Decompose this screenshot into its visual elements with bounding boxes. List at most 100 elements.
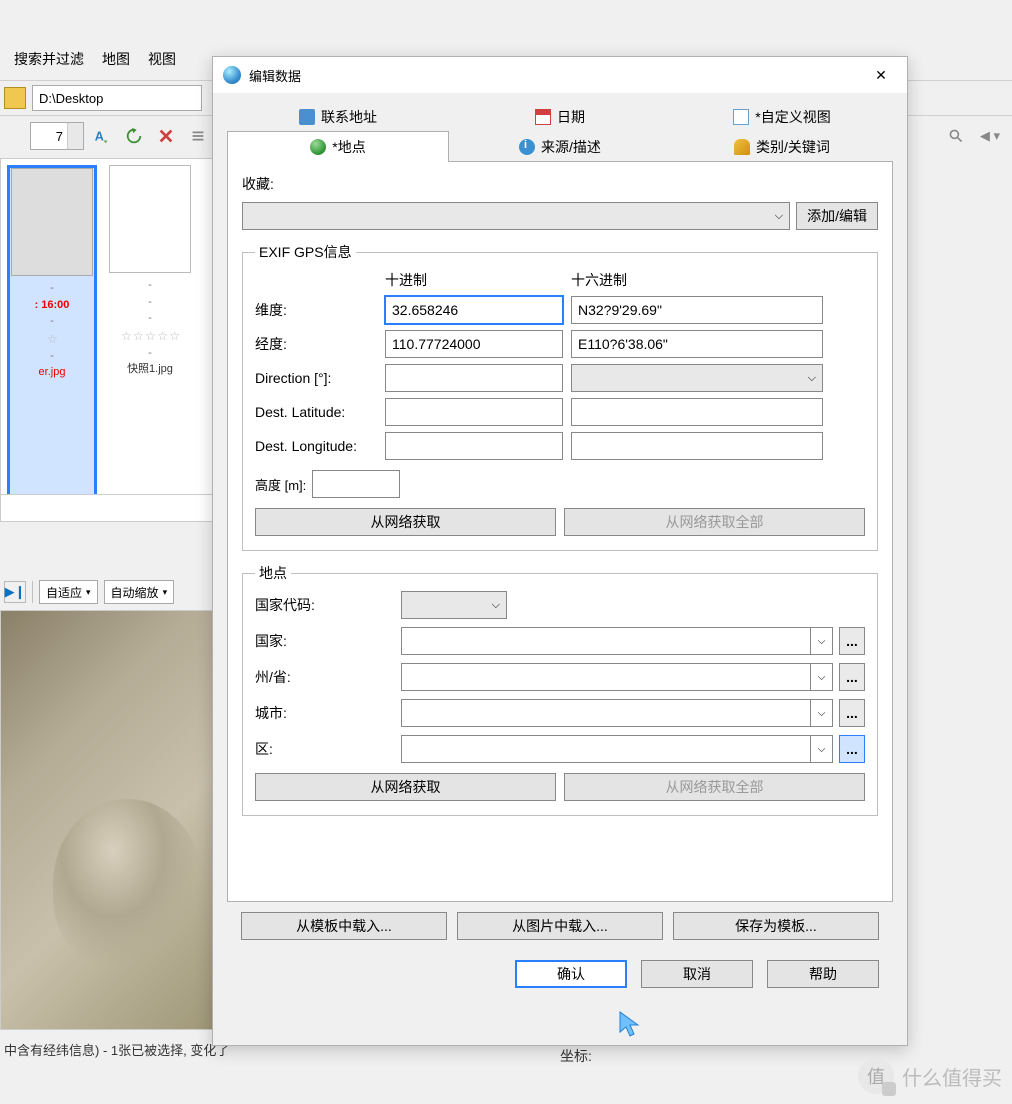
spinner-buttons[interactable] (67, 123, 83, 149)
menu-search[interactable]: 搜索并过滤 (14, 49, 84, 69)
province-combo[interactable]: ⌵ (401, 663, 833, 691)
grid-icon (733, 109, 749, 125)
latitude-hex-input[interactable] (571, 296, 823, 324)
ok-button[interactable]: 确认 (515, 960, 627, 988)
direction-label: Direction [°]: (255, 370, 377, 386)
right-toolbar: ◀ ▾ (912, 118, 1012, 154)
district-input[interactable] (402, 736, 810, 762)
rating-stars[interactable]: ☆ ☆ ☆ ☆ ☆ (105, 327, 195, 345)
chevron-down-icon[interactable]: ⌵ (810, 700, 832, 726)
prev-dropdown-icon[interactable]: ◀ ▾ (976, 122, 1004, 150)
gps-fetch-all-button[interactable]: 从网络获取全部 (564, 508, 865, 536)
key-icon (734, 139, 750, 155)
menu-view[interactable]: 视图 (148, 49, 176, 69)
province-label: 州/省: (255, 667, 395, 687)
favorites-combo[interactable] (242, 202, 790, 230)
tab-location[interactable]: *地点 (227, 131, 449, 161)
load-from-template-button[interactable]: 从模板中载入... (241, 912, 447, 940)
watermark: 什么值得买 (858, 1058, 1002, 1094)
place-fetch-all-button[interactable]: 从网络获取全部 (564, 773, 865, 801)
thumbnail-image (11, 168, 93, 276)
country-browse-button[interactable]: ... (839, 627, 865, 655)
rating-stars[interactable]: ☆ (10, 330, 94, 348)
cancel-button[interactable]: 取消 (641, 960, 753, 988)
save-as-template-button[interactable]: 保存为模板... (673, 912, 879, 940)
chevron-down-icon[interactable]: ⌵ (810, 628, 832, 654)
spinner-value[interactable] (31, 124, 67, 148)
country-label: 国家: (255, 631, 395, 651)
tab-custom-view[interactable]: *自定义视图 (671, 101, 893, 131)
dest-latitude-hex-input[interactable] (571, 398, 823, 426)
city-input[interactable] (402, 700, 810, 726)
search-icon[interactable] (942, 122, 970, 150)
thumbnail-selected[interactable]: - : 16:00 - ☆ - er.jpg (7, 165, 97, 511)
delete-icon[interactable] (152, 122, 180, 150)
country-code-label: 国家代码: (255, 595, 395, 615)
city-browse-button[interactable]: ... (839, 699, 865, 727)
font-tool-icon[interactable]: A (88, 122, 116, 150)
longitude-hex-input[interactable] (571, 330, 823, 358)
help-button[interactable]: 帮助 (767, 960, 879, 988)
dest-latitude-input[interactable] (385, 398, 563, 426)
city-label: 城市: (255, 703, 395, 723)
dest-longitude-input[interactable] (385, 432, 563, 460)
thumbnail-filename: er.jpg (10, 364, 94, 381)
add-edit-button[interactable]: 添加/编辑 (796, 202, 878, 230)
tab-contact[interactable]: 联系地址 (227, 101, 449, 131)
place-fieldset: 地点 国家代码: 国家: ⌵ ... 州/省: ⌵ ... 城市: ⌵ ... … (242, 563, 878, 816)
altitude-input[interactable] (312, 470, 400, 498)
direction-select[interactable] (571, 364, 823, 392)
menu-map[interactable]: 地图 (102, 49, 130, 69)
thumbnail-size-spinner[interactable] (30, 122, 84, 150)
chevron-down-icon[interactable]: ⌵ (810, 664, 832, 690)
close-button[interactable]: ✕ (865, 61, 897, 89)
thumbnail-filename: 快照1.jpg (105, 361, 195, 378)
thumbnail[interactable]: - - - ☆ ☆ ☆ ☆ ☆ - 快照1.jpg (105, 165, 195, 511)
folder-icon[interactable] (4, 87, 26, 109)
edit-data-dialog: 编辑数据 ✕ 联系地址 日期 *自定义视图 *地点 来源/描述 类别/关键词 收… (212, 56, 908, 1046)
latitude-decimal-input[interactable] (385, 296, 563, 324)
place-fetch-button[interactable]: 从网络获取 (255, 773, 556, 801)
dialog-title: 编辑数据 (249, 66, 301, 85)
province-input[interactable] (402, 664, 810, 690)
longitude-label: 经度: (255, 334, 377, 354)
city-combo[interactable]: ⌵ (401, 699, 833, 727)
gps-fetch-button[interactable]: 从网络获取 (255, 508, 556, 536)
separator (32, 581, 33, 603)
gps-legend: EXIF GPS信息 (255, 242, 356, 262)
country-combo[interactable]: ⌵ (401, 627, 833, 655)
country-input[interactable] (402, 628, 810, 654)
district-label: 区: (255, 739, 395, 759)
country-code-select[interactable] (401, 591, 507, 619)
load-from-image-button[interactable]: 从图片中载入... (457, 912, 663, 940)
refresh-icon[interactable] (120, 122, 148, 150)
direction-input[interactable] (385, 364, 563, 392)
altitude-label: 高度 [m]: (255, 475, 306, 494)
calendar-icon (535, 109, 551, 125)
tab-page-location: 收藏: 添加/编辑 EXIF GPS信息 十进制 十六进制 维度: 经度: (227, 162, 893, 902)
thumbnail-pane: - : 16:00 - ☆ - er.jpg - - - ☆ ☆ ☆ ☆ ☆ -… (0, 158, 214, 518)
contact-icon (299, 109, 315, 125)
globe-icon (310, 139, 326, 155)
longitude-decimal-input[interactable] (385, 330, 563, 358)
tab-keywords[interactable]: 类别/关键词 (671, 131, 893, 161)
dialog-body: 联系地址 日期 *自定义视图 *地点 来源/描述 类别/关键词 收藏: 添加/编… (213, 93, 907, 1045)
toolbar: A (0, 118, 212, 154)
path-input[interactable] (32, 85, 202, 111)
zoom-auto-combo[interactable]: 自动缩放 (104, 580, 175, 604)
settings-icon[interactable] (184, 122, 212, 150)
filmstrip[interactable] (0, 494, 214, 522)
tab-date[interactable]: 日期 (449, 101, 671, 131)
latitude-label: 维度: (255, 300, 377, 320)
province-browse-button[interactable]: ... (839, 663, 865, 691)
next-icon[interactable]: ▶❙ (4, 581, 26, 603)
dest-longitude-hex-input[interactable] (571, 432, 823, 460)
chevron-down-icon[interactable]: ⌵ (810, 736, 832, 762)
dest-latitude-label: Dest. Latitude: (255, 404, 377, 420)
dialog-titlebar[interactable]: 编辑数据 ✕ (213, 57, 907, 93)
zoom-fit-combo[interactable]: 自适应 (39, 580, 98, 604)
tab-source[interactable]: 来源/描述 (449, 131, 671, 161)
district-browse-button[interactable]: ... (839, 735, 865, 763)
district-combo[interactable]: ⌵ (401, 735, 833, 763)
thumbnail-time: : 16:00 (10, 297, 94, 314)
